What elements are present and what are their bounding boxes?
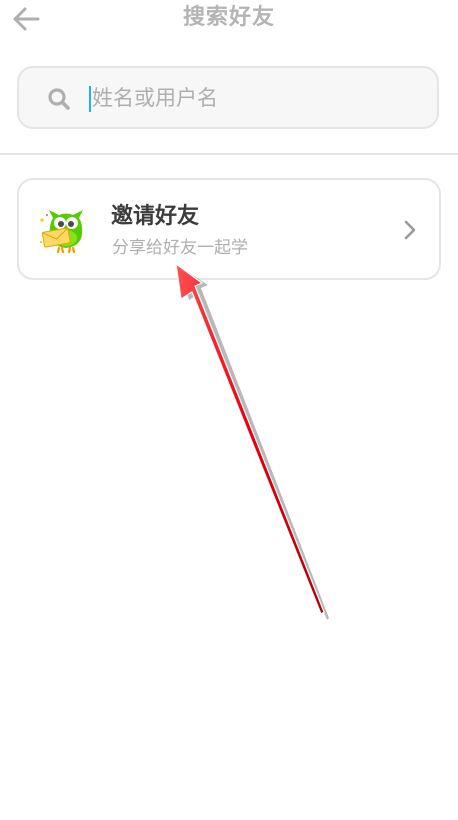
invite-subtitle: 分享给好友一起学 — [112, 238, 248, 258]
owl-icon — [39, 210, 83, 254]
chevron-right-icon — [404, 220, 416, 240]
header: 搜索好友 — [0, 0, 458, 40]
search-icon — [48, 88, 70, 110]
page-title: 搜索好友 — [182, 5, 275, 30]
invite-friends-button[interactable]: 邀请好友 分享给好友一起学 — [17, 178, 441, 280]
divider — [0, 153, 458, 155]
search-input[interactable] — [89, 80, 422, 116]
text-caret — [89, 86, 91, 112]
search-box[interactable] — [17, 66, 439, 129]
invite-title: 邀请好友 — [111, 204, 200, 229]
